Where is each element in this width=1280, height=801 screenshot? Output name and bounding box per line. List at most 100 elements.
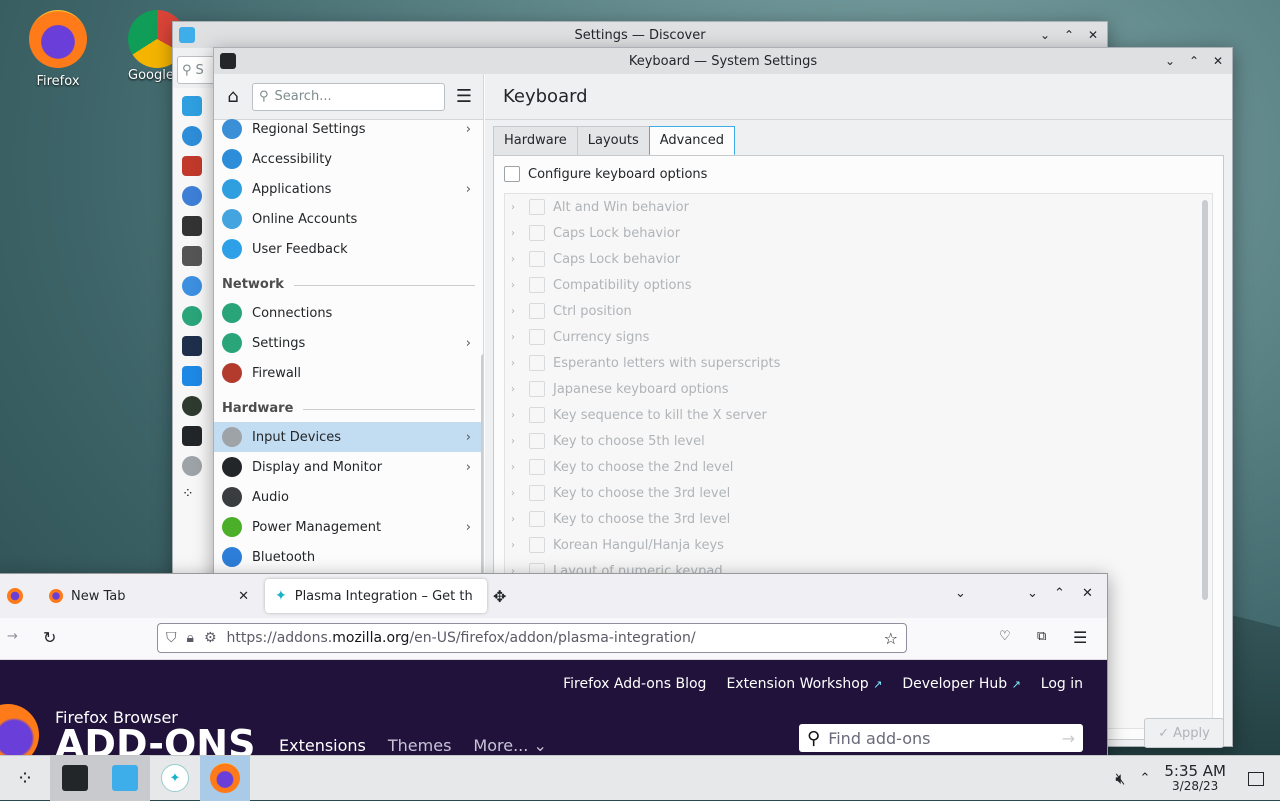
tab-layouts[interactable]: Layouts	[576, 126, 650, 156]
taskbar-discover[interactable]	[100, 755, 150, 801]
home-icon[interactable]: ⌂	[222, 86, 244, 107]
sidebar-item-connections[interactable]: Connections	[214, 298, 483, 328]
sidebar-item-settings[interactable]: Settings ›	[214, 328, 483, 358]
option-row[interactable]: › Alt and Win behavior	[505, 194, 1212, 220]
expand-arrow-icon[interactable]: ›	[511, 436, 521, 447]
maximize-icon[interactable]: ⌃	[1186, 53, 1202, 69]
link-addons-blog[interactable]: Firefox Add-ons Blog	[563, 676, 706, 692]
office-icon[interactable]	[182, 366, 202, 386]
link-developer-hub[interactable]: Developer Hub ↗	[902, 676, 1020, 692]
settings-icon[interactable]	[182, 426, 202, 446]
list-tabs-icon[interactable]: ⌄	[955, 586, 966, 601]
tray-expand-icon[interactable]: ⌃	[1139, 771, 1150, 786]
sidebar-item-accessibility[interactable]: Accessibility	[214, 144, 483, 174]
arrow-right-icon[interactable]: →	[1062, 729, 1075, 748]
grid-icon[interactable]	[182, 96, 202, 116]
sidebar-item-bluetooth[interactable]: Bluetooth	[214, 542, 483, 572]
forward-icon[interactable]: →	[7, 629, 18, 644]
search-input[interactable]: ⚲ Search...	[252, 82, 445, 111]
volume-muted-icon[interactable]: 🔇︎	[1115, 769, 1125, 789]
option-checkbox[interactable]	[529, 485, 545, 501]
option-checkbox[interactable]	[529, 407, 545, 423]
expand-arrow-icon[interactable]: ›	[511, 358, 521, 369]
tab-new-tab[interactable]: New Tab ✕	[39, 579, 261, 613]
bookmark-star-icon[interactable]: ☆	[884, 629, 898, 648]
taskbar-firefox[interactable]	[200, 755, 250, 801]
find-addons-input[interactable]: ⚲ Find add-ons →	[799, 724, 1083, 752]
option-checkbox[interactable]	[529, 277, 545, 293]
option-checkbox[interactable]	[529, 355, 545, 371]
close-icon[interactable]: ✕	[1085, 27, 1101, 43]
taskbar-system-settings[interactable]	[50, 755, 100, 801]
option-row[interactable]: › Key to choose the 3rd level	[505, 506, 1212, 532]
digital-clock[interactable]: 5:35 AM 3/28/23	[1164, 764, 1226, 793]
discover-search-input[interactable]: ⚲ S	[177, 56, 215, 84]
nav-themes[interactable]: Themes	[388, 736, 452, 755]
science-icon[interactable]	[182, 396, 202, 416]
expand-arrow-icon[interactable]: ›	[511, 280, 521, 291]
expand-arrow-icon[interactable]: ›	[511, 384, 521, 395]
sidebar-item-input-devices[interactable]: Input Devices ›	[214, 422, 483, 452]
minimize-icon[interactable]: ⌄	[1037, 27, 1053, 43]
application-launcher[interactable]: ⁘	[0, 756, 50, 801]
option-row[interactable]: › Caps Lock behavior	[505, 220, 1212, 246]
configure-keyboard-options[interactable]: Configure keyboard options	[504, 166, 707, 182]
tab-plasma-integration[interactable]: ✦ Plasma Integration – Get th	[265, 579, 487, 613]
plasma-icon[interactable]: ⁘	[182, 486, 202, 506]
close-icon[interactable]: ✕	[1082, 586, 1093, 601]
expand-arrow-icon[interactable]: ›	[511, 306, 521, 317]
option-row[interactable]: › Ctrl position	[505, 298, 1212, 324]
sidebar-item-power-management[interactable]: Power Management ›	[214, 512, 483, 542]
more-icon[interactable]	[182, 456, 202, 476]
firefox-view-icon[interactable]	[7, 588, 23, 604]
option-checkbox[interactable]	[529, 381, 545, 397]
expand-arrow-icon[interactable]: ›	[511, 488, 521, 499]
close-icon[interactable]: ✕	[1210, 53, 1226, 69]
option-row[interactable]: › Key to choose 5th level	[505, 428, 1212, 454]
show-desktop-icon[interactable]	[1248, 771, 1264, 786]
option-checkbox[interactable]	[529, 537, 545, 553]
configure-checkbox[interactable]	[504, 166, 520, 182]
link-extension-workshop[interactable]: Extension Workshop ↗	[726, 676, 882, 692]
monitor-icon[interactable]	[182, 336, 202, 356]
option-row[interactable]: › Key to choose the 2nd level	[505, 454, 1212, 480]
sidebar-item-firewall[interactable]: Firewall	[214, 358, 483, 388]
nav-extensions[interactable]: Extensions	[279, 736, 366, 755]
expand-arrow-icon[interactable]: ›	[511, 514, 521, 525]
minimize-icon[interactable]: ⌄	[1027, 586, 1038, 601]
option-row[interactable]: › Currency signs	[505, 324, 1212, 350]
expand-arrow-icon[interactable]: ›	[511, 540, 521, 551]
sidebar-item-audio[interactable]: Audio	[214, 482, 483, 512]
maximize-icon[interactable]: ⌃	[1061, 27, 1077, 43]
desktop-icon-firefox[interactable]: Firefox	[18, 10, 98, 89]
option-row[interactable]: › Key sequence to kill the X server	[505, 402, 1212, 428]
link-log-in[interactable]: Log in	[1041, 676, 1083, 692]
expand-arrow-icon[interactable]: ›	[511, 332, 521, 343]
expand-arrow-icon[interactable]: ›	[511, 410, 521, 421]
terminal-icon[interactable]	[182, 216, 202, 236]
option-row[interactable]: › Korean Hangul/Hanja keys	[505, 532, 1212, 558]
nav-more[interactable]: More... ⌄	[473, 736, 546, 755]
url-bar[interactable]: ⛉ 🔒︎ ⚙ https://addons.mozilla.org/en-US/…	[157, 623, 907, 653]
tab-close-icon[interactable]: ✕	[238, 589, 249, 604]
option-checkbox[interactable]	[529, 303, 545, 319]
sidebar-item-display-and-monitor[interactable]: Display and Monitor ›	[214, 452, 483, 482]
apply-button[interactable]: ✓ Apply	[1144, 718, 1224, 748]
expand-arrow-icon[interactable]: ›	[511, 228, 521, 239]
option-row[interactable]: › Japanese keyboard options	[505, 376, 1212, 402]
toolbox-icon[interactable]	[182, 156, 202, 176]
option-row[interactable]: › Key to choose the 3rd level	[505, 480, 1212, 506]
expand-arrow-icon[interactable]: ›	[511, 202, 521, 213]
option-checkbox[interactable]	[529, 511, 545, 527]
expand-arrow-icon[interactable]: ›	[511, 254, 521, 265]
option-checkbox[interactable]	[529, 329, 545, 345]
internet-icon[interactable]	[182, 306, 202, 326]
tab-advanced[interactable]: Advanced	[648, 126, 735, 156]
menu-icon[interactable]: ☰	[1073, 628, 1087, 647]
option-checkbox[interactable]	[529, 433, 545, 449]
minimize-icon[interactable]: ⌄	[1162, 53, 1178, 69]
extensions-icon[interactable]: ⧉	[1037, 629, 1046, 644]
option-checkbox[interactable]	[529, 225, 545, 241]
sidebar-item-online-accounts[interactable]: Online Accounts	[214, 204, 483, 234]
compass-icon[interactable]	[182, 186, 202, 206]
